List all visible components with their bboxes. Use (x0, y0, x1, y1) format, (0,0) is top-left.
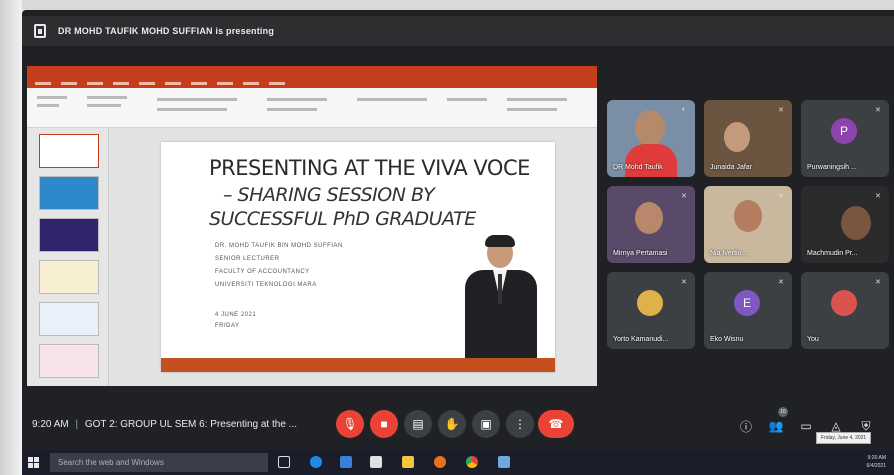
avatar: P (831, 118, 857, 144)
participant-count-badge: 10 (778, 407, 788, 417)
slide-date: 4 JUNE 2021 FRIDAY (215, 312, 257, 329)
current-slide: PRESENTING AT THE VIVA VOCE – SHARING SE… (161, 142, 555, 372)
slide-thumbnail[interactable] (39, 176, 99, 210)
meet-window: DR MOHD TAUFIK MOHD SUFFIAN is presentin… (22, 10, 894, 450)
mic-muted-icon: ✕ (778, 279, 784, 286)
slide-thumbnail[interactable] (39, 218, 99, 252)
store-icon[interactable] (340, 456, 352, 468)
more-options-button[interactable]: ⋮ (506, 410, 534, 438)
mic-muted-icon: ✕ (681, 279, 687, 286)
windows-start-icon[interactable] (28, 457, 39, 468)
slide-footer-bar (161, 358, 555, 372)
ppt-ribbon (27, 88, 597, 128)
slide-title: PRESENTING AT THE VIVA VOCE (209, 156, 530, 180)
presenting-banner: DR MOHD TAUFIK MOHD SUFFIAN is presentin… (22, 16, 894, 46)
shared-screen: PRESENTING AT THE VIVA VOCE – SHARING SE… (27, 66, 597, 386)
ppt-ribbon-tabs (27, 78, 597, 88)
mic-muted-icon: ✕ (681, 193, 687, 200)
monitor-bezel-left (0, 0, 22, 475)
participant-tile[interactable]: ◖ DR Mohd Taufik (607, 100, 695, 177)
system-clock[interactable]: 9:20 AM 6/4/2021 (867, 454, 886, 470)
meeting-details-icon[interactable]: ⓘ (738, 418, 754, 434)
file-explorer-icon[interactable] (402, 456, 414, 468)
participant-tile[interactable]: P ✕ Purwaningsih ... (801, 100, 889, 177)
participant-tile[interactable]: ✕ Junaida Jafar (704, 100, 792, 177)
raise-hand-button[interactable]: ✋ (438, 410, 466, 438)
participant-tile[interactable]: ✕ You (801, 272, 889, 349)
end-call-button[interactable]: ☎ (538, 410, 574, 438)
slide-thumbnail[interactable] (39, 302, 99, 336)
participant-tile[interactable]: ✕ Machmudin Pr... (801, 186, 889, 263)
firefox-icon[interactable] (434, 456, 446, 468)
monitor-bezel-top (0, 0, 894, 10)
slide-thumbnail[interactable] (39, 260, 99, 294)
avatar: E (734, 290, 760, 316)
meeting-info: 9:20 AM | GOT 2: GROUP UL SEM 6: Present… (32, 419, 297, 430)
presenter-info: DR. MOHD TAUFIK BIN MOHD SUFFIAN SENIOR … (215, 243, 343, 288)
chat-icon[interactable]: ▭ (798, 418, 814, 434)
app-icon[interactable] (498, 456, 510, 468)
mic-icon: ◖ (681, 106, 686, 113)
ppt-titlebar (27, 66, 597, 78)
present-screen-icon (34, 24, 46, 38)
word-icon[interactable] (370, 456, 382, 468)
task-view-icon[interactable] (278, 456, 290, 468)
edge-icon[interactable] (310, 456, 322, 468)
present-button[interactable]: ▣ (472, 410, 500, 438)
camera-toggle-button[interactable]: ■ (370, 410, 398, 438)
avatar (831, 290, 857, 316)
presenting-text: DR MOHD TAUFIK MOHD SUFFIAN is presentin… (58, 26, 275, 36)
mic-muted-icon: ✕ (778, 193, 784, 200)
participant-tile[interactable]: ✕ Nia Ivertin... (704, 186, 792, 263)
captions-button[interactable]: ▤ (404, 410, 432, 438)
presenter-photo (461, 235, 541, 358)
date-tooltip: Friday, June 4, 2021 (816, 432, 872, 444)
slide-thumbnail[interactable] (39, 344, 99, 378)
mic-muted-icon: ✕ (875, 279, 881, 286)
mic-muted-icon: ✕ (875, 107, 881, 114)
chrome-icon[interactable] (466, 456, 478, 468)
mic-muted-icon: ✕ (778, 107, 784, 114)
participant-tile[interactable]: ✕ Mirnya Pertamasi (607, 186, 695, 263)
slide-thumbnails (27, 128, 109, 386)
slide-canvas: PRESENTING AT THE VIVA VOCE – SHARING SE… (109, 128, 597, 386)
meeting-time: 9:20 AM (32, 419, 69, 430)
people-icon[interactable]: 👥 (768, 418, 784, 434)
avatar (637, 290, 663, 316)
slide-subtitle: – SHARING SESSION BY (223, 184, 435, 206)
meeting-title: GOT 2: GROUP UL SEM 6: Presenting at the… (84, 419, 297, 430)
taskbar-search-input[interactable]: Search the web and Windows (50, 453, 268, 472)
windows-taskbar: Search the web and Windows 9:20 AM 6/4/2… (22, 450, 894, 475)
slide-thumbnail[interactable] (39, 134, 99, 168)
slide-subtitle: SUCCESSFUL PhD GRADUATE (209, 208, 476, 230)
participant-tile[interactable]: E ✕ Eko Wisnu (704, 272, 792, 349)
mic-toggle-button[interactable]: 🎙 (336, 410, 364, 438)
participant-tile[interactable]: ✕ Yorto Kamanudi... (607, 272, 695, 349)
mic-muted-icon: ✕ (875, 193, 881, 200)
